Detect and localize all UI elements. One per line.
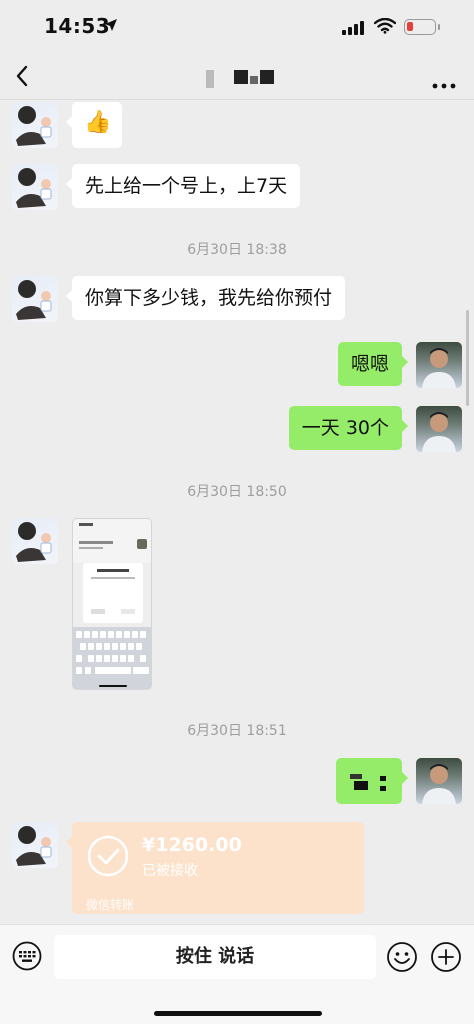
redaction-block (350, 772, 370, 792)
redaction-block (380, 776, 388, 792)
my-avatar[interactable] (416, 758, 462, 804)
message-bubble-text[interactable]: 你算下多少钱，我先给你预付 (65, 276, 346, 320)
message-timestamp: 6月30日 18:38 (187, 242, 287, 258)
message-timestamp: 6月30日 18:51 (187, 723, 287, 739)
input-bar: 按住 说话 (0, 924, 474, 1024)
message-timestamp: 6月30日 18:50 (187, 484, 287, 500)
message-bubble-text[interactable]: 嗯嗯 (337, 342, 409, 386)
cellular-signal-icon (342, 20, 366, 39)
contact-avatar[interactable] (12, 102, 58, 148)
message-image-screenshot[interactable] (72, 518, 152, 690)
battery-low-icon (404, 19, 440, 35)
my-avatar[interactable] (416, 342, 462, 388)
contact-avatar[interactable] (12, 518, 58, 564)
more-dots-icon[interactable] (432, 74, 456, 93)
message-bubble-emoji[interactable]: 👍 (66, 102, 122, 148)
contact-avatar[interactable] (12, 276, 58, 322)
status-bar: 14:53 (0, 0, 474, 54)
message-bubble-text[interactable]: 一天 30个 (288, 406, 409, 450)
transfer-card[interactable]: ¥1260.00 已被接收 微信转账 (66, 822, 364, 914)
my-avatar[interactable] (416, 406, 462, 452)
chat-nav-bar (0, 54, 474, 100)
checkmark-circle-icon (86, 834, 130, 882)
status-time: 14:53 (44, 14, 111, 38)
home-indicator[interactable] (154, 1011, 322, 1016)
chevron-left-icon[interactable] (14, 64, 30, 92)
message-bubble-text[interactable]: 先上给一个号上，上7天 (65, 164, 301, 208)
scrollbar[interactable] (466, 310, 469, 406)
contact-avatar[interactable] (12, 822, 58, 868)
plus-icon[interactable] (430, 941, 462, 977)
contact-name-redacted (200, 64, 280, 88)
emoji-icon[interactable] (386, 941, 418, 977)
transfer-status: 已被接收 (142, 863, 198, 879)
transfer-footer: 微信转账 (86, 898, 135, 912)
hold-to-talk-button[interactable]: 按住 说话 (54, 935, 376, 979)
contact-avatar[interactable] (12, 164, 58, 210)
wifi-icon (373, 17, 397, 38)
transfer-amount: ¥1260.00 (142, 834, 242, 856)
chat-message-list[interactable]: 👍 先上给一个号上，上7天 6月30日 18:38 你算下多少钱，我先给你预付 … (0, 100, 474, 924)
keyboard-icon[interactable] (12, 941, 42, 975)
location-arrow-icon (104, 17, 118, 36)
